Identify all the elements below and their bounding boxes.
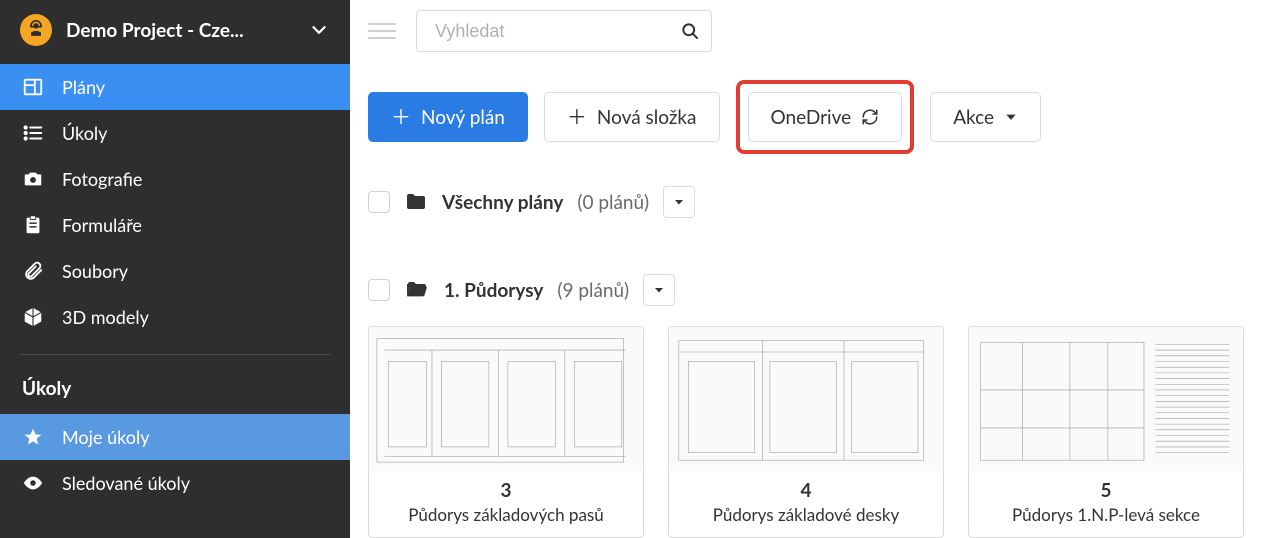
folder-open-icon bbox=[404, 278, 430, 302]
topbar bbox=[350, 0, 1276, 64]
nav-label: Formuláře bbox=[62, 214, 142, 236]
search-wrap bbox=[416, 10, 712, 52]
plan-number: 3 bbox=[379, 479, 633, 502]
app-logo bbox=[20, 14, 52, 46]
button-label: Nová složka bbox=[597, 106, 697, 129]
star-icon bbox=[22, 426, 44, 448]
plan-card-footer: 5 Půdorys 1.N.P-levá sekce bbox=[969, 471, 1243, 537]
nav-label: 3D modely bbox=[62, 306, 149, 328]
folder-dropdown[interactable] bbox=[643, 274, 675, 306]
sidebar: Demo Project - Cze... Plány Úkoly Fotogr… bbox=[0, 0, 350, 538]
camera-icon bbox=[22, 168, 44, 190]
plan-thumbnail bbox=[369, 327, 643, 471]
onedrive-button[interactable]: OneDrive bbox=[748, 92, 903, 142]
plan-number: 5 bbox=[979, 479, 1233, 502]
folder-name: 1. Půdorysy bbox=[444, 279, 543, 302]
folder-group-row: 1. Půdorysy (9 plánů) bbox=[368, 266, 1258, 324]
folder-checkbox[interactable] bbox=[368, 191, 390, 213]
plan-thumbnail bbox=[669, 327, 943, 471]
eye-icon bbox=[22, 472, 44, 494]
new-folder-button[interactable]: ＋ Nová složka bbox=[544, 92, 720, 142]
plus-icon: ＋ bbox=[567, 107, 587, 127]
nav-label: Fotografie bbox=[62, 168, 142, 190]
search-input[interactable] bbox=[416, 10, 712, 52]
plan-title: Půdorys základové desky bbox=[679, 504, 933, 525]
content-area: Všechny plány (0 plánů) 1. Půdorysy (9 p… bbox=[350, 178, 1276, 538]
primary-nav: Plány Úkoly Fotografie Formuláře Soubory bbox=[0, 64, 350, 340]
folder-dropdown[interactable] bbox=[663, 186, 695, 218]
nav-label: Soubory bbox=[62, 260, 128, 282]
plus-icon: ＋ bbox=[391, 107, 411, 127]
nav-label: Plány bbox=[62, 76, 105, 98]
plan-card-grid: 3 Půdorys základových pasů bbox=[368, 326, 1258, 538]
plan-card-footer: 4 Půdorys základové desky bbox=[669, 471, 943, 537]
sync-icon bbox=[861, 108, 879, 126]
subnav-label: Sledované úkoly bbox=[62, 472, 190, 494]
subnav-item-mytasks[interactable]: Moje úkoly bbox=[0, 414, 350, 460]
toolbar: ＋ Nový plán ＋ Nová složka OneDrive Akce bbox=[350, 64, 1276, 178]
folder-count: (9 plánů) bbox=[557, 279, 629, 302]
project-title: Demo Project - Cze... bbox=[66, 19, 294, 42]
button-label: Akce bbox=[953, 106, 994, 129]
folder-all-row: Všechny plány (0 plánů) bbox=[368, 178, 1258, 236]
plan-thumbnail bbox=[969, 327, 1243, 471]
nav-item-tasks[interactable]: Úkoly bbox=[0, 110, 350, 156]
paperclip-icon bbox=[22, 260, 44, 282]
secondary-nav: Moje úkoly Sledované úkoly bbox=[0, 414, 350, 506]
plan-card[interactable]: 5 Půdorys 1.N.P-levá sekce bbox=[968, 326, 1244, 538]
subnav-item-watched[interactable]: Sledované úkoly bbox=[0, 460, 350, 506]
plan-card-footer: 3 Půdorys základových pasů bbox=[369, 471, 643, 537]
button-label: OneDrive bbox=[771, 106, 852, 129]
list-icon bbox=[22, 122, 44, 144]
nav-item-plans[interactable]: Plány bbox=[0, 64, 350, 110]
plan-card[interactable]: 3 Půdorys základových pasů bbox=[368, 326, 644, 538]
actions-button[interactable]: Akce bbox=[930, 92, 1041, 142]
blueprint-icon bbox=[22, 76, 44, 98]
chevron-down-icon[interactable] bbox=[308, 19, 330, 41]
nav-divider bbox=[20, 354, 330, 355]
folder-count: (0 plánů) bbox=[577, 191, 649, 214]
button-label: Nový plán bbox=[421, 106, 505, 129]
folder-icon bbox=[404, 190, 428, 214]
project-header[interactable]: Demo Project - Cze... bbox=[0, 0, 350, 64]
cube-icon bbox=[22, 306, 44, 328]
main-content: ＋ Nový plán ＋ Nová složka OneDrive Akce bbox=[350, 0, 1276, 538]
new-plan-button[interactable]: ＋ Nový plán bbox=[368, 92, 528, 142]
folder-name: Všechny plány bbox=[442, 191, 563, 214]
nav-section-title: Úkoly bbox=[0, 369, 350, 414]
onedrive-highlight: OneDrive bbox=[736, 80, 915, 154]
caret-down-icon bbox=[1004, 110, 1018, 124]
nav-label: Úkoly bbox=[62, 122, 107, 144]
plan-title: Půdorys základových pasů bbox=[379, 504, 633, 525]
folder-checkbox[interactable] bbox=[368, 279, 390, 301]
nav-item-forms[interactable]: Formuláře bbox=[0, 202, 350, 248]
clipboard-icon bbox=[22, 214, 44, 236]
plan-card[interactable]: 4 Půdorys základové desky bbox=[668, 326, 944, 538]
hamburger-icon[interactable] bbox=[368, 17, 396, 45]
nav-item-3dmodels[interactable]: 3D modely bbox=[0, 294, 350, 340]
nav-item-photos[interactable]: Fotografie bbox=[0, 156, 350, 202]
subnav-label: Moje úkoly bbox=[62, 426, 149, 448]
nav-item-files[interactable]: Soubory bbox=[0, 248, 350, 294]
plan-title: Půdorys 1.N.P-levá sekce bbox=[979, 504, 1233, 525]
plan-number: 4 bbox=[679, 479, 933, 502]
